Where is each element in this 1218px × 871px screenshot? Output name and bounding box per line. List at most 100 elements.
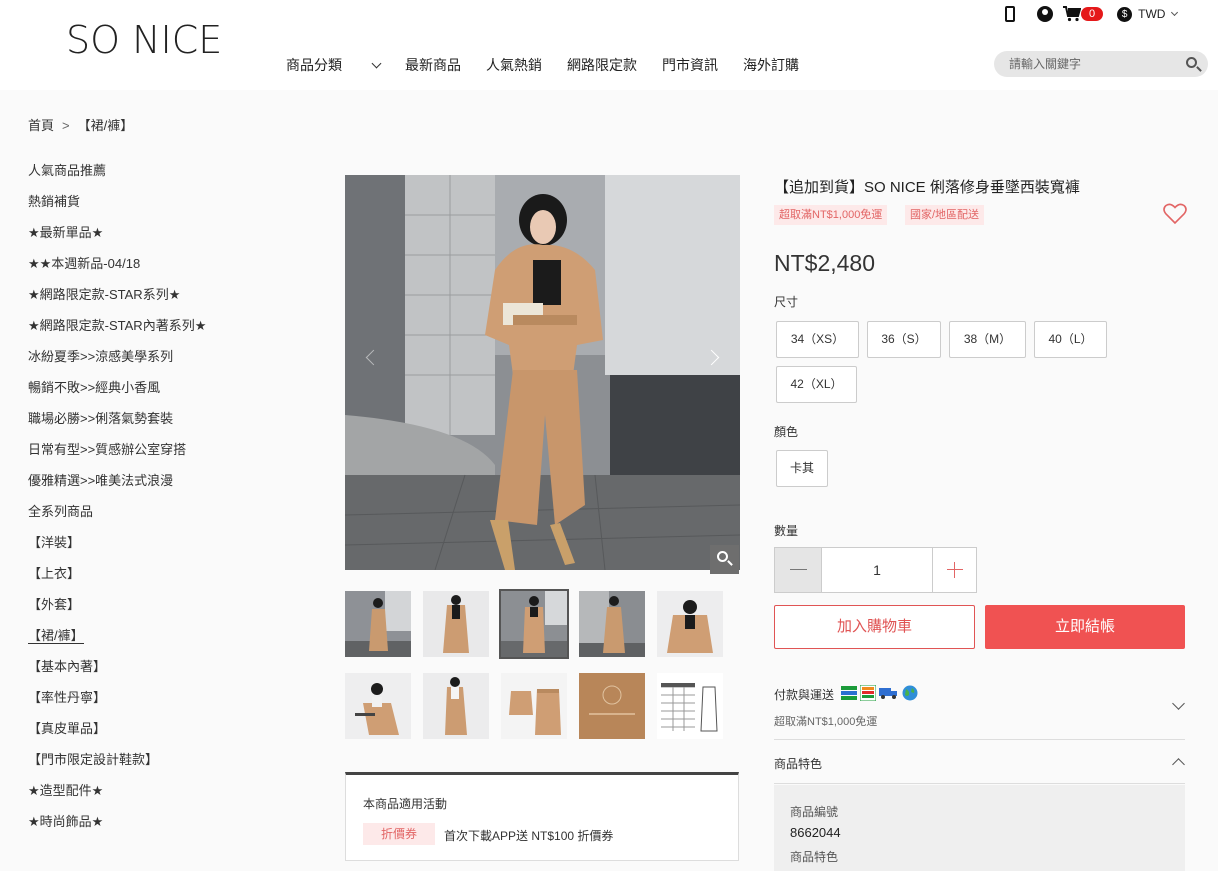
buy-now-button[interactable]: 立即結帳 — [985, 605, 1185, 649]
quantity-input[interactable]: 1 — [822, 548, 933, 592]
globe-icon — [902, 685, 918, 701]
search-icon[interactable] — [1186, 57, 1197, 68]
sidebar-item[interactable]: ★★本週新品-04/18 — [28, 253, 268, 284]
gallery-thumbnail[interactable] — [657, 673, 723, 739]
coupon-badge: 折價券 — [363, 823, 435, 845]
sidebar-item[interactable]: 【外套】 — [28, 594, 268, 625]
search-input[interactable] — [994, 51, 1164, 77]
product-features-accordion[interactable]: 商品特色 — [774, 741, 1185, 784]
chevron-down-icon[interactable] — [1172, 697, 1185, 710]
sidebar-item-active[interactable]: 【裙/褲】 — [28, 625, 268, 656]
quantity-stepper: 1 — [774, 547, 977, 593]
gallery-thumbnail[interactable] — [423, 673, 489, 739]
add-to-cart-button[interactable]: 加入購物車 — [774, 605, 975, 649]
product-main-image[interactable] — [345, 175, 740, 570]
product-title: 【追加到貨】SO NICE 俐落修身垂墜西裝寬褲 — [774, 179, 1080, 196]
sidebar-item[interactable]: ★網路限定款-STAR系列★ — [28, 284, 268, 315]
chevron-right-icon: > — [62, 118, 70, 133]
size-option[interactable]: 38（M） — [949, 321, 1026, 358]
promotion-box: 本商品適用活動 折價券 首次下載APP送 NT$100 折價券 — [345, 772, 739, 861]
mobile-app-icon[interactable] — [1005, 6, 1015, 22]
size-option[interactable]: 34（XS） — [776, 321, 859, 358]
sidebar-item[interactable]: 全系列商品 — [28, 501, 268, 532]
feature-label: 商品特色 — [790, 850, 839, 864]
search-box — [994, 51, 1208, 77]
chevron-down-icon — [371, 58, 382, 69]
color-label: 顏色 — [774, 425, 799, 439]
sidebar-item[interactable]: ★時尚飾品★ — [28, 811, 268, 842]
sidebar-item[interactable]: ★最新單品★ — [28, 222, 268, 253]
sidebar-item[interactable]: 【基本內著】 — [28, 656, 268, 687]
size-option[interactable]: 36（S） — [867, 321, 941, 358]
wishlist-heart-icon[interactable] — [1163, 203, 1187, 230]
sidebar-item[interactable]: 冰紛夏季>>涼感美學系列 — [28, 346, 268, 377]
nav-item-online-limited[interactable]: 網路限定款 — [567, 55, 637, 75]
zoom-button[interactable] — [710, 545, 739, 574]
gallery-thumbnail-selected[interactable] — [499, 589, 569, 659]
chevron-down-icon — [1171, 8, 1179, 17]
nav-item-stores[interactable]: 門市資訊 — [662, 55, 718, 75]
site-logo[interactable]: SO NICE — [66, 18, 222, 62]
gallery-thumbnail[interactable] — [579, 673, 645, 739]
breadcrumb: 首頁 > 【裙/褲】 — [28, 115, 133, 134]
size-option[interactable]: 42（XL） — [776, 366, 857, 403]
sidebar-item[interactable]: 暢銷不敗>>經典小香風 — [28, 377, 268, 408]
product-no-label: 商品編號 — [790, 805, 839, 819]
delivery-truck-icon — [879, 688, 897, 699]
gallery-thumbnail[interactable] — [657, 591, 723, 657]
sidebar-item[interactable]: ★造型配件★ — [28, 780, 268, 811]
gallery-thumbnail[interactable] — [579, 591, 645, 657]
header-utility: 0 $ TWD — [1005, 4, 1179, 24]
breadcrumb-current[interactable]: 【裙/褲】 — [78, 118, 134, 133]
sidebar-item[interactable]: ★網路限定款-STAR內著系列★ — [28, 315, 268, 346]
payment-title: 付款與運送 — [774, 688, 835, 702]
sidebar-item[interactable]: 優雅精選>>唯美法式浪漫 — [28, 470, 268, 501]
gallery-thumbnail[interactable] — [423, 591, 489, 657]
sidebar-item[interactable]: 【門市限定設計鞋款】 — [28, 749, 268, 780]
gallery-thumbnail[interactable] — [345, 591, 411, 657]
features-title: 商品特色 — [774, 757, 823, 771]
payment-shipping-accordion[interactable]: 付款與運送 超取滿NT$1,000免運 — [774, 683, 1185, 740]
zoom-icon — [717, 551, 728, 562]
currency-icon: $ — [1117, 6, 1133, 22]
promo-title: 本商品適用活動 — [363, 797, 448, 811]
size-option[interactable]: 40（L） — [1034, 321, 1107, 358]
payment-subtitle: 超取滿NT$1,000免運 — [774, 716, 878, 728]
site-header: SO NICE 商品分類 最新商品 人氣熱銷 網路限定款 門市資訊 海外訂購 0… — [0, 0, 1218, 90]
sidebar-item[interactable]: 職場必勝>>俐落氣勢套裝 — [28, 408, 268, 439]
user-account-icon[interactable] — [1037, 6, 1053, 22]
sidebar-item[interactable]: 人氣商品推薦 — [28, 160, 268, 191]
product-no-value: 8662044 — [790, 825, 841, 840]
breadcrumb-home[interactable]: 首頁 — [28, 118, 54, 133]
payment-icons — [841, 685, 918, 701]
minus-icon[interactable] — [775, 548, 822, 592]
category-sidebar: 人氣商品推薦 熱銷補貨 ★最新單品★ ★★本週新品-04/18 ★網路限定款-S… — [28, 160, 268, 842]
nav-item-categories[interactable]: 商品分類 — [286, 55, 382, 75]
nav-item-hot[interactable]: 人氣熱銷 — [486, 55, 542, 75]
color-option[interactable]: 卡其 — [776, 450, 828, 487]
plus-icon[interactable] — [933, 548, 977, 592]
gallery-thumbnail[interactable] — [345, 673, 411, 739]
main-nav: 商品分類 最新商品 人氣熱銷 網路限定款 門市資訊 海外訂購 — [286, 55, 824, 75]
nav-item-new[interactable]: 最新商品 — [405, 55, 461, 75]
sidebar-item[interactable]: 【率性丹寧】 — [28, 687, 268, 718]
quantity-label: 數量 — [774, 524, 799, 538]
sidebar-item[interactable]: 日常有型>>質感辦公室穿搭 — [28, 439, 268, 470]
nav-item-overseas[interactable]: 海外訂購 — [743, 55, 799, 75]
gallery-thumbnail[interactable] — [501, 673, 567, 739]
sidebar-item[interactable]: 【真皮單品】 — [28, 718, 268, 749]
sidebar-item[interactable]: 【上衣】 — [28, 563, 268, 594]
currency-selector[interactable]: TWD — [1138, 7, 1179, 21]
features-panel: 商品編號 8662044 商品特色 — [774, 785, 1185, 871]
sidebar-item[interactable]: 【洋裝】 — [28, 532, 268, 563]
delivery-region-tag[interactable]: 國家/地區配送 — [905, 205, 985, 225]
shipping-tag: 超取滿NT$1,000免運 — [774, 205, 888, 225]
cart-icon[interactable] — [1063, 6, 1081, 22]
familymart-icon — [841, 686, 857, 700]
seven-eleven-icon — [860, 685, 876, 701]
chevron-up-icon[interactable] — [1172, 758, 1185, 771]
sidebar-item[interactable]: 熱銷補貨 — [28, 191, 268, 222]
cart-count-badge[interactable]: 0 — [1081, 7, 1104, 21]
promo-text[interactable]: 首次下載APP送 NT$100 折價券 — [444, 827, 613, 844]
product-price: NT$2,480 — [774, 250, 876, 276]
